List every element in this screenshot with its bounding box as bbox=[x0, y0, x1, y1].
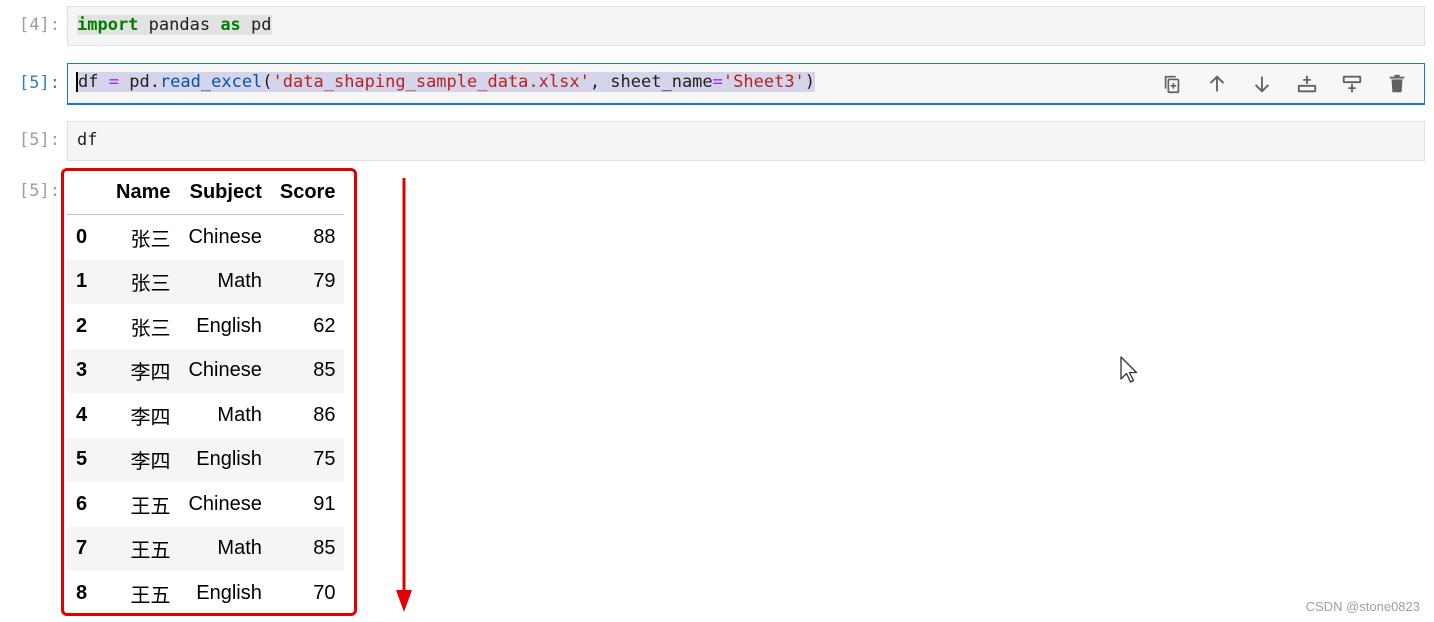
cell-2-editor[interactable]: df = pd.read_excel('data_shaping_sample_… bbox=[67, 63, 1425, 104]
code-token: = bbox=[712, 72, 723, 92]
cell-1-editor[interactable]: import pandas as pd bbox=[67, 6, 1425, 46]
duplicate-cell-button[interactable] bbox=[1156, 70, 1187, 98]
move-down-icon bbox=[1254, 76, 1269, 93]
down-arrow-annotation bbox=[396, 178, 412, 612]
code-token: pd. bbox=[118, 72, 160, 92]
cell-3-code[interactable]: df bbox=[77, 130, 97, 150]
code-token: ) bbox=[804, 72, 816, 92]
insert-below-icon bbox=[1342, 75, 1361, 93]
code-token: read_excel bbox=[159, 72, 263, 92]
code-token: import bbox=[77, 15, 139, 35]
duplicate-icon bbox=[1164, 75, 1179, 94]
cell-1-prompt: [4]: bbox=[19, 15, 60, 35]
code-token bbox=[98, 72, 109, 92]
code-token: pandas bbox=[138, 15, 221, 35]
delete-cell-button[interactable] bbox=[1381, 70, 1412, 98]
cell-2-code[interactable]: df = pd.read_excel('data_shaping_sample_… bbox=[76, 72, 816, 92]
code-token: = bbox=[108, 72, 119, 92]
delete-icon bbox=[1389, 74, 1404, 93]
code-token: df bbox=[77, 130, 98, 150]
red-highlight-box bbox=[61, 168, 357, 616]
code-token: 'data_shaping_sample_data.xlsx' bbox=[272, 72, 590, 92]
move-down-button[interactable] bbox=[1246, 70, 1277, 98]
cell-2-prompt: [5]: bbox=[19, 73, 60, 93]
insert-above-icon bbox=[1297, 75, 1316, 93]
cell-1-code[interactable]: import pandas as pd bbox=[77, 15, 272, 35]
cell-toolbar bbox=[1156, 70, 1412, 98]
code-token: ( bbox=[262, 72, 273, 92]
code-token: df bbox=[76, 72, 99, 92]
cell-3-prompt: [5]: bbox=[19, 130, 60, 150]
cell-3-editor[interactable]: df bbox=[67, 121, 1425, 161]
code-token: pd bbox=[240, 15, 272, 35]
output-prompt: [5]: bbox=[19, 181, 60, 201]
code-token: , sheet_name bbox=[589, 72, 713, 92]
insert-below-button[interactable] bbox=[1336, 70, 1367, 98]
code-token: as bbox=[220, 15, 241, 35]
insert-above-button[interactable] bbox=[1291, 70, 1322, 98]
mouse-pointer-icon bbox=[1120, 356, 1138, 383]
move-up-icon bbox=[1209, 75, 1224, 92]
watermark: CSDN @stone0823 bbox=[1305, 599, 1420, 614]
code-token: 'Sheet3' bbox=[722, 72, 805, 92]
move-up-button[interactable] bbox=[1201, 70, 1232, 98]
